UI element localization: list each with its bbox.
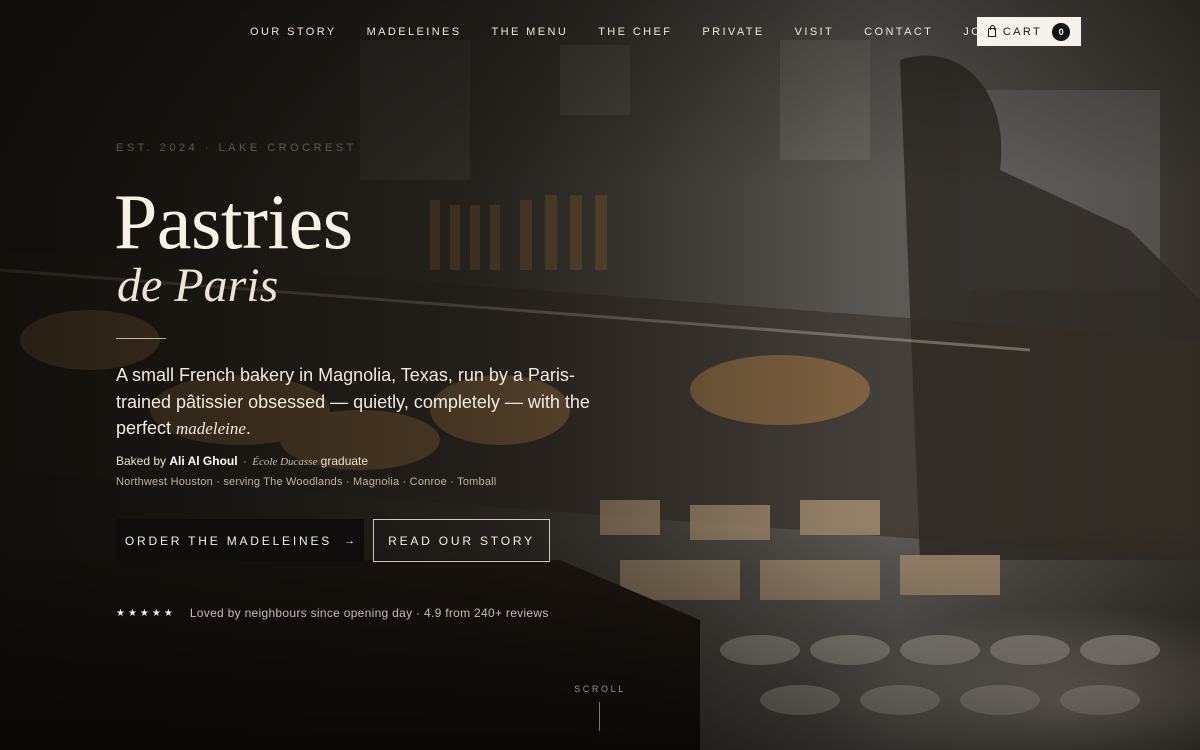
nav-link-visit[interactable]: VISIT (795, 26, 835, 38)
order-madeleines-button[interactable]: ORDER THE MADELEINES → (116, 519, 364, 562)
baked-by-line: Baked by Ali Al Ghoul · École Ducasse gr… (116, 454, 368, 468)
read-our-story-button[interactable]: READ OUR STORY (373, 519, 550, 562)
scroll-indicator-line (599, 702, 600, 731)
nav-link-our-story[interactable]: OUR STORY (250, 26, 337, 38)
hero-subtitle: de Paris (117, 259, 279, 312)
hero-eyebrow: EST. 2024 · LAKE CROCREST (116, 142, 357, 154)
bag-icon (987, 25, 996, 37)
hero-description: A small French bakery in Magnolia, Texas… (116, 362, 596, 443)
hero-divider (116, 338, 166, 339)
nav-links: OUR STORY MADELEINES THE MENU THE CHEF P… (250, 17, 1061, 47)
nav-link-private[interactable]: PRIVATE (702, 26, 764, 38)
cart-button[interactable]: CART 0 (977, 17, 1081, 46)
cart-label: CART (1002, 25, 1043, 38)
rating-text: Loved by neighbours since opening day · … (189, 606, 549, 620)
star-rating-icons: ★★★★★ (116, 607, 176, 619)
cart-count-badge: 0 (1052, 22, 1071, 41)
top-navigation: OUR STORY MADELEINES THE MENU THE CHEF P… (0, 17, 1200, 47)
nav-link-the-menu[interactable]: THE MENU (492, 26, 569, 38)
nav-link-the-chef[interactable]: THE CHEF (598, 26, 672, 38)
hero-description-end: . (245, 418, 251, 438)
baked-by-suffix: graduate (317, 454, 369, 468)
rating-strip: ★★★★★ Loved by neighbours since opening … (116, 606, 549, 620)
service-areas: Northwest Houston · serving The Woodland… (116, 476, 497, 488)
scroll-indicator-label[interactable]: SCROLL (560, 684, 640, 694)
hero-title: Pastries (114, 178, 353, 265)
nav-link-contact[interactable]: CONTACT (864, 26, 933, 38)
arrow-right-icon: → (344, 534, 356, 547)
order-madeleines-label: ORDER THE MADELEINES (124, 533, 333, 548)
nav-link-madeleines[interactable]: MADELEINES (367, 26, 462, 38)
hero-description-emphasis: madeleine (176, 419, 246, 438)
baked-by-prefix: Baked by (116, 454, 170, 468)
chef-name: Ali Al Ghoul (169, 454, 238, 468)
separator-dot: · (242, 454, 247, 468)
chef-school: École Ducasse (252, 456, 318, 468)
